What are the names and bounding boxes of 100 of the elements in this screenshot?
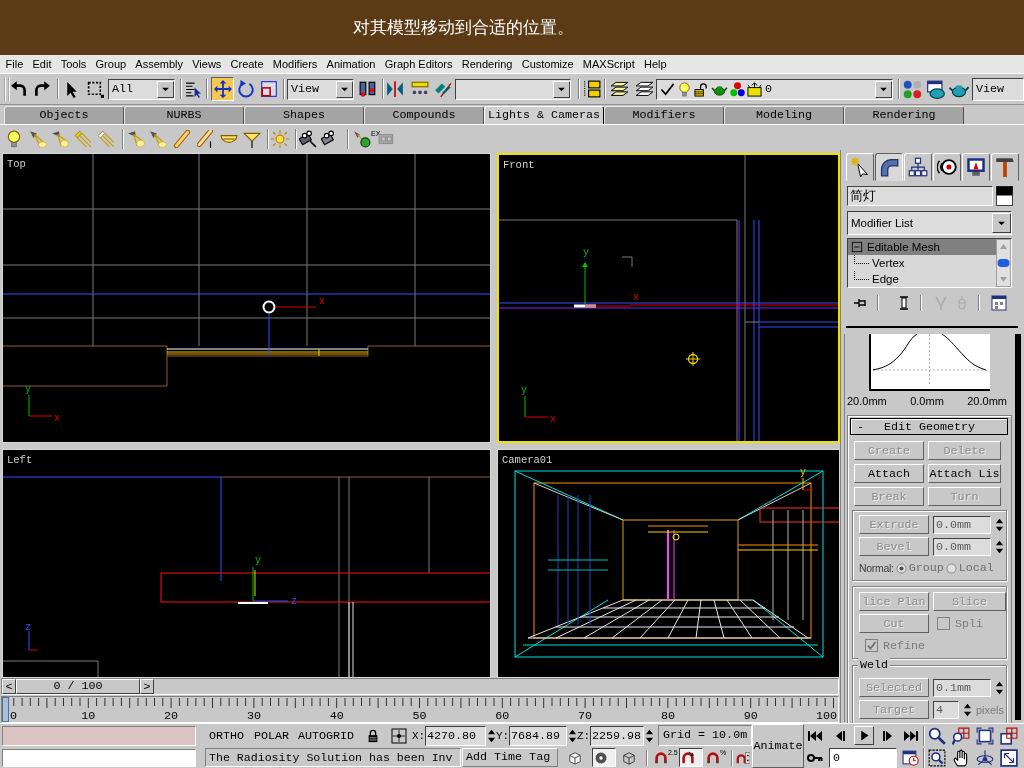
spinner-arrows-icon[interactable]	[962, 701, 972, 718]
coordinate-field[interactable]: 4270.80	[425, 725, 486, 746]
viewport-label[interactable]: Top	[7, 158, 26, 170]
mirror-icon[interactable]	[386, 80, 404, 98]
arc-rotate-icon[interactable]	[976, 748, 994, 767]
menu-item[interactable]: Customize	[517, 58, 579, 70]
maximize-icon[interactable]	[1000, 748, 1018, 767]
region-zoom-icon[interactable]	[928, 748, 946, 767]
stack-item[interactable]: Edge	[848, 271, 996, 287]
menu-item[interactable]: Graph Editors	[380, 58, 458, 70]
menu-item[interactable]: Animation	[321, 58, 381, 70]
track-bar[interactable]: 0 10 20 30 40 50 60 70 80 90 100	[1, 696, 839, 723]
tab[interactable]: Shapes	[244, 106, 364, 124]
menu-item[interactable]: Help	[639, 58, 672, 70]
frame-field[interactable]: 0	[829, 747, 897, 768]
menu-item[interactable]: Group	[90, 58, 131, 70]
spinner-arrows-icon[interactable]	[995, 516, 1004, 533]
move-gizmo-icon[interactable]	[574, 262, 631, 308]
align-icon[interactable]	[434, 80, 452, 98]
spinner-arrows-icon[interactable]	[995, 538, 1004, 555]
list-cursor-icon[interactable]	[185, 80, 202, 98]
coordinate-field[interactable]: 2259.98	[590, 725, 644, 746]
pivot-boxes-icon[interactable]	[359, 80, 377, 98]
time-slider-track[interactable]: < 0 / 100 >	[1, 678, 839, 695]
selection-filter-dropdown[interactable]: All	[108, 78, 175, 100]
redo-icon[interactable]	[33, 80, 51, 98]
menu-item[interactable]: Tools	[56, 58, 91, 70]
spotlight-icon[interactable]	[51, 130, 69, 148]
toolbar-grip[interactable]	[4, 77, 10, 101]
spotlight-icon[interactable]	[149, 130, 167, 148]
lock-icon[interactable]	[366, 727, 380, 744]
tab[interactable]: Objects	[4, 106, 124, 124]
spotlight-icon[interactable]	[353, 130, 371, 148]
menu-item[interactable]: Rendering	[457, 58, 518, 70]
camera-icon[interactable]	[299, 130, 317, 148]
viewport[interactable]: Left y z z	[2, 449, 491, 678]
zoom-extents-icon[interactable]	[976, 726, 994, 745]
previous-frame-button[interactable]: <	[2, 679, 16, 694]
tube-light-icon[interactable]	[173, 130, 191, 148]
mode-button[interactable]: ORTHO	[209, 728, 246, 743]
mode-button[interactable]: POLAR	[254, 728, 291, 743]
viewport[interactable]: Top x y x	[2, 153, 491, 443]
coordinate-system-dropdown[interactable]: View	[287, 78, 354, 100]
configure-icon[interactable]	[991, 295, 1007, 311]
viewport-label[interactable]: Left	[7, 454, 33, 466]
spinner-arrows-icon[interactable]	[487, 727, 496, 744]
layers-icon[interactable]	[635, 79, 654, 99]
move-gizmo-icon[interactable]	[262, 300, 317, 314]
rollout-header[interactable]: - Edit Geometry	[850, 418, 1008, 435]
menu-item[interactable]: Assembly	[130, 58, 188, 70]
tab[interactable]: Rendering	[844, 106, 964, 124]
command-button[interactable]: Attach	[854, 464, 924, 483]
zoom-grid-icon[interactable]	[952, 726, 970, 745]
listener-input-field[interactable]	[2, 725, 196, 746]
named-selection-dropdown[interactable]	[455, 78, 571, 100]
snap-toggle[interactable]	[679, 748, 703, 767]
animate-button[interactable]: Animate	[752, 724, 804, 768]
time-marker-icon[interactable]	[2, 697, 9, 722]
mode-button[interactable]: AUTOGRID	[298, 728, 356, 743]
tab[interactable]: Lights & Cameras	[484, 106, 604, 124]
color-swatch-icon[interactable]	[996, 186, 1013, 206]
spinner-arrows-icon[interactable]	[645, 727, 654, 744]
layers-icon[interactable]	[610, 79, 629, 99]
collapse-box-icon[interactable]	[851, 241, 863, 253]
tab[interactable]: Modifiers	[604, 106, 724, 124]
viewport[interactable]: Camera01 y	[497, 449, 840, 678]
tube-light-icon[interactable]	[197, 130, 215, 148]
command-button[interactable]: Attach Lis	[928, 464, 1001, 483]
tab[interactable]: Compounds	[364, 106, 484, 124]
coordinate-field[interactable]: 7684.89	[509, 725, 567, 746]
next-frame-button[interactable]: >	[140, 679, 154, 694]
scrollbar[interactable]	[996, 239, 1011, 287]
move-gizmo-icon[interactable]	[802, 477, 814, 491]
time-config-icon[interactable]	[902, 749, 919, 766]
listener-output-field[interactable]	[2, 748, 196, 767]
spotlight-icon[interactable]	[127, 130, 145, 148]
panel-tab[interactable]	[875, 153, 903, 181]
menu-item[interactable]: Create	[225, 58, 269, 70]
move-gizmo-icon[interactable]	[237, 566, 289, 604]
stack-item[interactable]: Editable Mesh	[848, 239, 996, 255]
menu-item[interactable]: Edit	[27, 58, 57, 70]
layer-dropdown[interactable]: 0	[656, 78, 893, 100]
time-tag-button[interactable]: Add Time Tag	[462, 748, 558, 767]
render-spheres-icon[interactable]	[903, 79, 922, 99]
crosshair-square-icon[interactable]	[391, 727, 407, 744]
ceiling-light-icon[interactable]	[243, 130, 261, 148]
light-bulb-icon[interactable]	[5, 130, 23, 148]
zoom-icon[interactable]	[928, 726, 946, 745]
undo-icon[interactable]	[10, 80, 28, 98]
viewport-label[interactable]: Camera01	[502, 454, 553, 466]
tab[interactable]: NURBS	[124, 106, 244, 124]
toggle-button[interactable]	[592, 748, 616, 767]
object-name-field[interactable]: 简灯	[847, 186, 993, 206]
spinner-arrows-icon[interactable]	[568, 727, 577, 744]
scrollbar[interactable]	[1015, 334, 1021, 720]
play-button[interactable]	[854, 726, 874, 745]
spinner-arrows-icon[interactable]	[995, 679, 1004, 696]
move-button[interactable]	[211, 77, 234, 101]
stack-item[interactable]: Vertex	[848, 255, 996, 271]
time-slider-thumb[interactable]: 0 / 100	[16, 679, 140, 694]
